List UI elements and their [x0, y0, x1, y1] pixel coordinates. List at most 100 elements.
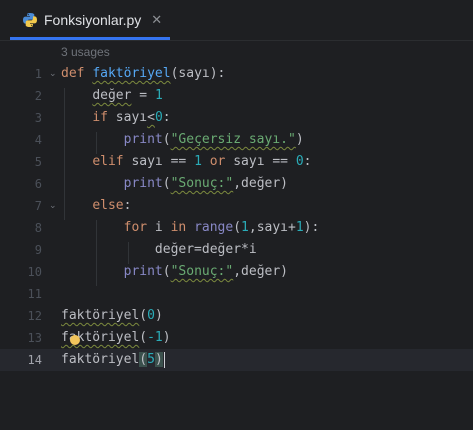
tab-fonksiyonlar[interactable]: Fonksiyonlar.py ✕ — [10, 0, 170, 40]
python-icon — [22, 12, 38, 28]
keyword-if: if — [92, 110, 108, 125]
paren: ( — [162, 132, 171, 147]
code-text: def faktöriyel(sayı): — [61, 63, 225, 85]
params: (sayı): — [170, 66, 226, 81]
line-number[interactable]: 5 — [0, 151, 42, 173]
code-text: for i in range(1,sayı+1): — [61, 217, 320, 239]
usages-hint[interactable]: 3 usages — [61, 45, 110, 59]
lightbulb-icon[interactable] — [70, 335, 80, 345]
code-line-4[interactable]: 4 print("Geçersiz sayı.") — [0, 129, 473, 151]
keyword-def: def — [61, 66, 85, 81]
number: 1 — [295, 220, 304, 235]
args: ,sayı+ — [248, 220, 296, 235]
tab-title: Fonksiyonlar.py — [44, 12, 142, 28]
loop-var: i — [147, 220, 171, 235]
number: 0 — [147, 308, 155, 323]
builtin-print: print — [123, 176, 163, 191]
code-line-9[interactable]: 9 değer=değer*i — [0, 239, 473, 261]
operator: < — [147, 110, 155, 125]
code-line-2[interactable]: 2 değer = 1 — [0, 85, 473, 107]
code-line-3[interactable]: 3 if sayı<0: — [0, 107, 473, 129]
function-call: faktöriyel — [61, 352, 140, 367]
variable: değer — [92, 88, 132, 103]
code-line-7[interactable]: 7 ⌄ else: — [0, 195, 473, 217]
paren: ) — [162, 330, 171, 345]
condition: sayı == — [123, 154, 195, 169]
builtin-range: range — [194, 220, 234, 235]
line-number[interactable]: 12 — [0, 305, 42, 327]
paren: ( — [162, 264, 171, 279]
code-line-11[interactable]: 11 — [0, 283, 473, 305]
string: "Sonuç:" — [170, 264, 234, 279]
number: 1 — [154, 88, 163, 103]
line-number[interactable]: 3 — [0, 107, 42, 129]
statement: değer=değer*i — [154, 242, 257, 257]
colon: : — [162, 110, 171, 125]
fold-icon[interactable]: ⌄ — [49, 63, 57, 85]
code-text: faktöriyel(5) — [61, 349, 165, 371]
string: "Geçersiz sayı." — [170, 132, 296, 147]
paren: ( — [139, 308, 148, 323]
code-text: değer=değer*i — [61, 239, 257, 261]
code-line-5[interactable]: 5 elif sayı == 1 or sayı == 0: — [0, 151, 473, 173]
code-text: print("Sonuç:",değer) — [61, 261, 288, 283]
code-text: if sayı<0: — [61, 107, 171, 129]
number: 5 — [147, 352, 155, 367]
paren: ( — [162, 176, 171, 191]
keyword-or: or — [201, 154, 234, 169]
code-line-10[interactable]: 10 print("Sonuç:",değer) — [0, 261, 473, 283]
operator: = — [131, 88, 155, 103]
paren: ( — [233, 220, 242, 235]
builtin-print: print — [123, 132, 163, 147]
line-number[interactable]: 11 — [0, 283, 42, 305]
fold-icon[interactable]: ⌄ — [49, 195, 57, 217]
code-line-8[interactable]: 8 for i in range(1,sayı+1): — [0, 217, 473, 239]
text-caret — [163, 351, 165, 368]
number: 1 — [241, 220, 249, 235]
paren: ) — [154, 308, 163, 323]
keyword-elif: elif — [92, 154, 124, 169]
args: ,değer) — [233, 176, 289, 191]
line-number[interactable]: 10 — [0, 261, 42, 283]
keyword-for: for — [123, 220, 148, 235]
paren-highlight: ) — [154, 352, 163, 367]
keyword-else: else — [92, 198, 124, 213]
paren: ( — [139, 330, 148, 345]
tab-bar: Fonksiyonlar.py ✕ — [0, 0, 473, 41]
number: -1 — [147, 330, 163, 345]
builtin-print: print — [123, 264, 163, 279]
number: 1 — [194, 154, 202, 169]
line-number[interactable]: 8 — [0, 217, 42, 239]
line-number[interactable]: 14 — [0, 349, 42, 371]
line-number[interactable]: 13 — [0, 327, 42, 349]
paren: ): — [303, 220, 320, 235]
number: 0 — [154, 110, 163, 125]
code-text: faktöriyel(0) — [61, 305, 163, 327]
keyword-in: in — [170, 220, 187, 235]
line-number[interactable]: 9 — [0, 239, 42, 261]
code-text: değer = 1 — [61, 85, 163, 107]
colon: : — [303, 154, 312, 169]
line-number[interactable]: 7 — [0, 195, 42, 217]
function-name: faktöriyel — [92, 66, 171, 81]
code-text: elif sayı == 1 or sayı == 0: — [61, 151, 312, 173]
line-number[interactable]: 2 — [0, 85, 42, 107]
number: 0 — [295, 154, 304, 169]
code-text: else: — [61, 195, 131, 217]
line-number[interactable]: 6 — [0, 173, 42, 195]
close-icon[interactable]: ✕ — [151, 13, 162, 28]
line-number[interactable]: 4 — [0, 129, 42, 151]
condition: sayı — [107, 110, 148, 125]
paren: ) — [295, 132, 304, 147]
code-line-1[interactable]: 1 ⌄ def faktöriyel(sayı): — [0, 63, 473, 85]
colon: : — [123, 198, 132, 213]
code-line-14[interactable]: 14 faktöriyel(5) — [0, 349, 473, 371]
line-number[interactable]: 1 — [0, 63, 42, 85]
condition: sayı == — [233, 154, 296, 169]
code-line-6[interactable]: 6 print("Sonuç:",değer) — [0, 173, 473, 195]
code-line-12[interactable]: 12 faktöriyel(0) — [0, 305, 473, 327]
code-text: print("Sonuç:",değer) — [61, 173, 288, 195]
function-call: faktöriyel — [61, 308, 140, 323]
args: ,değer) — [233, 264, 289, 279]
